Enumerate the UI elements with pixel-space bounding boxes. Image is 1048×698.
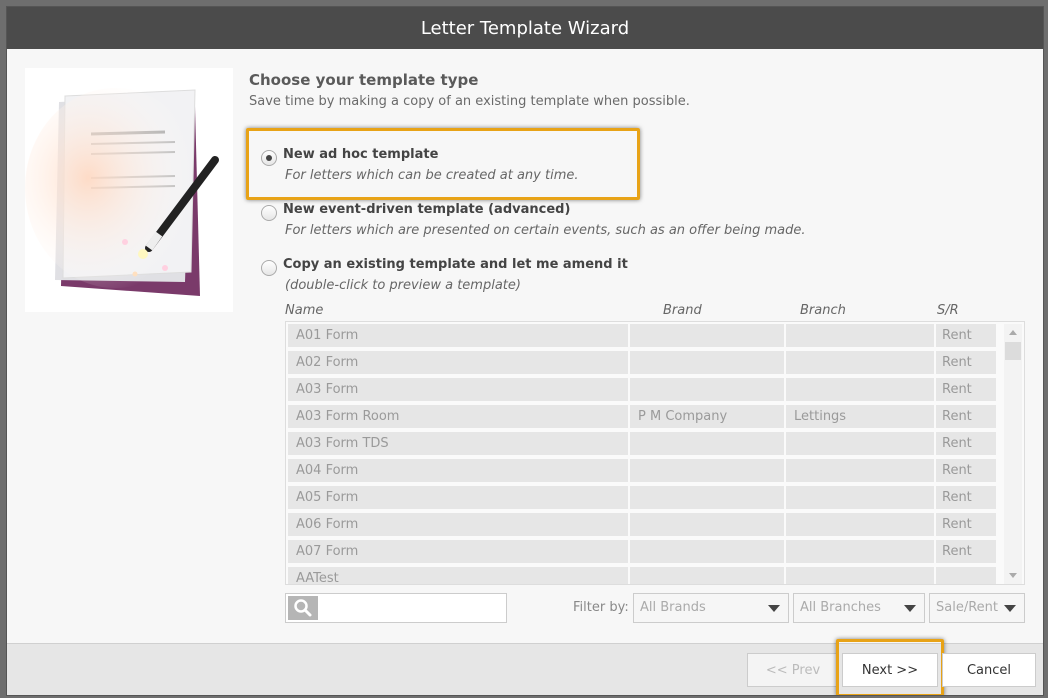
cell-brand xyxy=(630,459,784,482)
cell-brand xyxy=(630,351,784,374)
cell-name: A03 Form TDS xyxy=(288,432,628,455)
cell-name: A01 Form xyxy=(288,324,628,347)
cell-branch xyxy=(786,351,934,374)
chevron-down-icon xyxy=(768,605,780,612)
option-new-event-driven[interactable]: New event-driven template (advanced) For… xyxy=(261,202,805,242)
cell-sr xyxy=(936,567,996,584)
sale-rent-filter-dropdown[interactable]: Sale/Rent xyxy=(929,593,1025,623)
option-label: New event-driven template (advanced) xyxy=(283,202,571,217)
page-title: Choose your template type xyxy=(249,71,479,89)
radio-new-event-driven[interactable] xyxy=(261,205,277,221)
table-row[interactable]: A01 Form Rent xyxy=(286,322,998,349)
dialog-title: Letter Template Wizard xyxy=(420,17,630,39)
column-header-branch[interactable]: Branch xyxy=(800,303,846,318)
option-new-ad-hoc[interactable]: New ad hoc template For letters which ca… xyxy=(261,147,641,187)
option-description: (double-click to preview a template) xyxy=(285,278,521,293)
cell-name: A03 Form Room xyxy=(288,405,628,428)
cell-sr: Rent xyxy=(936,351,996,374)
template-table-header: Name Brand Branch S/R xyxy=(285,303,1025,323)
chevron-down-icon xyxy=(904,605,916,612)
cell-name: A03 Form xyxy=(288,378,628,401)
cell-sr: Rent xyxy=(936,540,996,563)
dialog-titlebar: Letter Template Wizard xyxy=(7,7,1043,49)
sale-rent-filter-value: Sale/Rent xyxy=(936,600,998,615)
scroll-down-icon[interactable] xyxy=(1009,573,1017,578)
cell-brand xyxy=(630,432,784,455)
filter-by-label: Filter by: xyxy=(573,600,629,615)
cell-branch xyxy=(786,432,934,455)
cell-sr: Rent xyxy=(936,459,996,482)
cell-name: A02 Form xyxy=(288,351,628,374)
cell-name: A04 Form xyxy=(288,459,628,482)
prev-button[interactable]: << Prev xyxy=(747,653,839,687)
wizard-illustration xyxy=(25,68,233,312)
cell-brand xyxy=(630,378,784,401)
table-row[interactable]: A03 Form Rent xyxy=(286,376,998,403)
cell-sr: Rent xyxy=(936,486,996,509)
search-icon xyxy=(294,599,312,617)
table-row[interactable]: A07 Form Rent xyxy=(286,538,998,565)
cell-brand: P M Company xyxy=(630,405,784,428)
cell-branch xyxy=(786,378,934,401)
cell-name: A06 Form xyxy=(288,513,628,536)
option-label: Copy an existing template and let me ame… xyxy=(283,257,628,272)
chevron-down-icon xyxy=(1004,605,1016,612)
cancel-button[interactable]: Cancel xyxy=(942,653,1036,687)
table-row[interactable]: AATest xyxy=(286,565,998,584)
table-row[interactable]: A02 Form Rent xyxy=(286,349,998,376)
branch-filter-value: All Branches xyxy=(800,600,881,615)
column-header-name[interactable]: Name xyxy=(285,303,323,318)
scroll-up-icon[interactable] xyxy=(1009,330,1017,335)
cell-branch xyxy=(786,324,934,347)
table-scrollbar[interactable] xyxy=(1004,324,1022,584)
cell-sr: Rent xyxy=(936,513,996,536)
letter-magic-wand-icon xyxy=(25,88,219,296)
template-search xyxy=(285,593,507,623)
table-row[interactable]: A06 Form Rent xyxy=(286,511,998,538)
table-row[interactable]: A03 Form TDS Rent xyxy=(286,430,998,457)
cell-brand xyxy=(630,567,784,584)
cell-branch xyxy=(786,459,934,482)
cell-sr: Rent xyxy=(936,432,996,455)
cell-branch xyxy=(786,513,934,536)
cell-name: A05 Form xyxy=(288,486,628,509)
cell-sr: Rent xyxy=(936,324,996,347)
cell-sr: Rent xyxy=(936,378,996,401)
table-row[interactable]: A04 Form Rent xyxy=(286,457,998,484)
next-button[interactable]: Next >> xyxy=(842,653,938,687)
cell-brand xyxy=(630,486,784,509)
cell-branch xyxy=(786,486,934,509)
branch-filter-dropdown[interactable]: All Branches xyxy=(793,593,925,623)
cell-branch xyxy=(786,540,934,563)
radio-copy-existing[interactable] xyxy=(261,260,277,276)
cell-brand xyxy=(630,513,784,536)
brand-filter-value: All Brands xyxy=(640,600,706,615)
option-label: New ad hoc template xyxy=(283,147,439,162)
column-header-sr[interactable]: S/R xyxy=(937,303,959,318)
scroll-thumb[interactable] xyxy=(1005,342,1021,360)
brand-filter-dropdown[interactable]: All Brands xyxy=(633,593,789,623)
cell-sr: Rent xyxy=(936,405,996,428)
cell-branch: Lettings xyxy=(786,405,934,428)
table-row[interactable]: A03 Form Room P M Company Lettings Rent xyxy=(286,403,998,430)
page-subtitle: Save time by making a copy of an existin… xyxy=(249,94,690,109)
column-header-brand[interactable]: Brand xyxy=(663,303,702,318)
table-row[interactable]: A05 Form Rent xyxy=(286,484,998,511)
option-copy-existing[interactable]: Copy an existing template and let me ame… xyxy=(261,257,781,297)
cell-name: AATest xyxy=(288,567,628,584)
cell-brand xyxy=(630,540,784,563)
option-description: For letters which are presented on certa… xyxy=(285,223,806,238)
option-description: For letters which can be created at any … xyxy=(285,168,579,183)
template-table[interactable]: AATest A07 Form Rent A06 Form Rent A05 Form Re… xyxy=(285,321,1025,585)
search-button[interactable] xyxy=(288,596,318,620)
cell-brand xyxy=(630,324,784,347)
cell-name: A07 Form xyxy=(288,540,628,563)
radio-new-ad-hoc[interactable] xyxy=(261,150,277,166)
letter-template-wizard-dialog: Letter Template Wizard Choose your templ… xyxy=(6,6,1044,696)
search-input[interactable] xyxy=(320,596,492,620)
cell-branch xyxy=(786,567,934,584)
